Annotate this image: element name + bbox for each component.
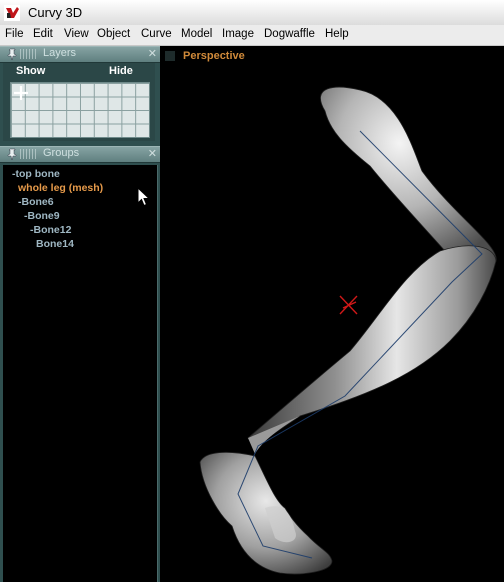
tree-item-bone6[interactable]: -Bone6 — [18, 196, 54, 208]
close-icon[interactable]: ✕ — [148, 47, 157, 60]
groups-panel-title: Groups — [43, 147, 80, 159]
show-column-label: Show — [16, 65, 46, 77]
menu-curve[interactable]: Curve — [141, 28, 172, 40]
mouse-cursor-icon — [137, 187, 151, 207]
tree-item-whole-leg[interactable]: whole leg (mesh) — [18, 182, 103, 194]
pin-icon[interactable] — [6, 48, 18, 60]
groups-panel-header[interactable]: Groups ✕ — [0, 146, 160, 163]
menu-view[interactable]: View — [64, 28, 89, 40]
left-panel: Layers ✕ Show Hide Groups ✕ -top bone wh… — [0, 46, 160, 582]
tree-item-bone12[interactable]: -Bone12 — [30, 224, 71, 236]
menu-bar: File Edit View Object Curve Model Image … — [0, 25, 504, 46]
viewport-menu-icon[interactable] — [165, 51, 175, 61]
menu-object[interactable]: Object — [97, 28, 130, 40]
layers-panel-body: Show Hide — [3, 63, 155, 141]
pivot-marker-icon[interactable] — [339, 295, 358, 315]
close-icon[interactable]: ✕ — [148, 147, 157, 160]
viewport-label: Perspective — [183, 50, 245, 62]
foot-shape — [199, 451, 333, 575]
pin-icon[interactable] — [6, 148, 18, 160]
tree-item-bone14[interactable]: Bone14 — [36, 238, 74, 250]
app-logo-icon — [4, 5, 20, 21]
layers-panel-title: Layers — [43, 47, 77, 59]
menu-model[interactable]: Model — [181, 28, 212, 40]
hide-column-label: Hide — [109, 65, 133, 77]
groups-tree: -top bone whole leg (mesh) -Bone6 -Bone9… — [3, 165, 158, 582]
tree-item-bone9[interactable]: -Bone9 — [24, 210, 60, 222]
layer-grid[interactable] — [10, 82, 150, 138]
window-title: Curvy 3D — [28, 5, 83, 20]
layer-marker-icon — [14, 86, 28, 100]
menu-file[interactable]: File — [5, 28, 24, 40]
menu-dogwaffle[interactable]: Dogwaffle — [264, 28, 315, 40]
drag-grip-icon[interactable] — [20, 49, 36, 59]
menu-edit[interactable]: Edit — [33, 28, 53, 40]
drag-grip-icon[interactable] — [20, 149, 36, 159]
perspective-viewport[interactable]: Perspective — [160, 46, 504, 582]
menu-image[interactable]: Image — [222, 28, 254, 40]
leg-model-render[interactable] — [160, 46, 504, 582]
tree-item-top-bone[interactable]: -top bone — [12, 168, 60, 180]
title-bar: Curvy 3D — [0, 0, 504, 26]
menu-help[interactable]: Help — [325, 28, 349, 40]
layers-panel-header[interactable]: Layers ✕ — [0, 46, 160, 63]
